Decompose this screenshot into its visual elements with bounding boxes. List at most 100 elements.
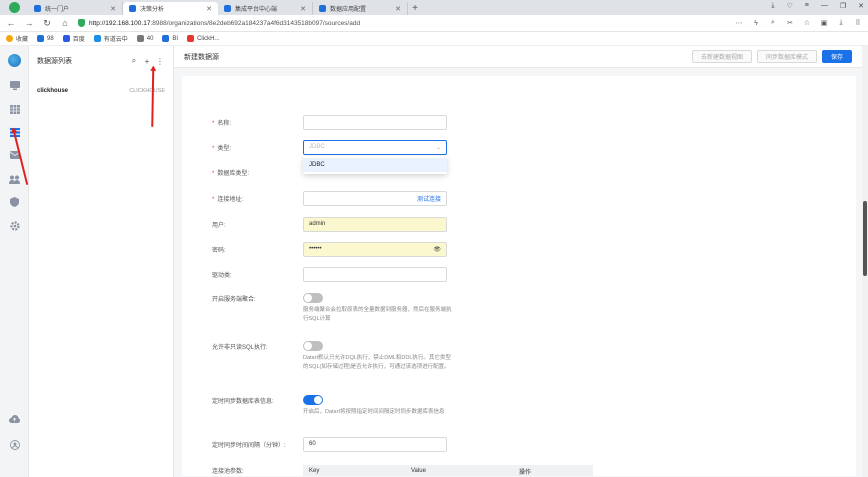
field-label: * 类型: [212,145,232,152]
form-row-dbtype: * 数据库类型: [182,164,856,180]
new-tab-icon[interactable]: + [408,2,422,15]
form-row-name: * 名称: [182,114,856,130]
browser-tab-portal[interactable]: 统一门户 ✕ [28,2,123,15]
url-input[interactable]: 测试连接 [303,190,447,206]
form-row-url: * 连接地址: 测试连接 [182,190,856,206]
security-shield-icon [78,19,85,27]
field-label: 驱动类: [212,272,232,279]
type-dropdown: JDBC [303,156,447,174]
server-agg-toggle[interactable] [303,293,323,303]
source-name: clickhouse [37,87,69,94]
sync-schema-button[interactable]: 同步数据库模式 [756,50,817,63]
scrollbar-thumb[interactable] [863,201,867,276]
create-view-button[interactable]: 去新建数据视图 [691,50,752,63]
cut-icon[interactable]: ✂ [786,19,794,27]
field-label: 连接池参数: [212,468,244,475]
field-label: * 名称: [212,120,232,127]
views-icon[interactable] [9,104,20,114]
more-vertical-icon[interactable]: ⋮ [155,57,165,66]
user-avatar-icon[interactable] [9,440,20,450]
star-icon[interactable]: ☆ [803,19,811,27]
bookmark-favorites[interactable]: 收藏 [6,34,28,43]
extension-icon[interactable]: ▣ [820,19,828,27]
page-scrollbar[interactable] [862,46,868,477]
window-controls: ⤓ ♡ ≡ — ❐ ✕ [771,2,864,10]
source-list-title: 数据源列表 [37,58,72,65]
lightning-icon[interactable]: ϟ [752,19,760,27]
bookmark-40[interactable]: 40 [136,35,153,42]
driver-input[interactable] [303,266,447,282]
bookmark-favicon-icon [162,35,170,42]
skin-icon[interactable]: ♡ [786,2,792,10]
browser-tab-data-app[interactable]: 数据应用配置 ✕ [313,2,408,15]
save-button[interactable]: 保存 [821,50,852,63]
url-input[interactable]: http://192.168.100.17:8988/organizations… [78,17,698,30]
page-title: 新建数据源 [184,53,219,61]
bookmark-clickhouse[interactable]: ClickH... [187,35,219,42]
reload-icon[interactable]: ↻ [42,18,52,29]
editor-header: 新建数据源 去新建数据视图 同步数据库模式 保存 [174,46,862,68]
more-icon[interactable]: ⋯ [735,19,743,27]
form-row-allow-sql: 允许非只读SQL执行: [182,338,856,354]
type-select[interactable]: JDBC ⌄ [303,139,447,155]
close-icon[interactable]: ✕ [300,5,306,13]
bookmark-98[interactable]: 98 [37,35,54,42]
server-agg-help: 服务端聚合会拉取原表的全量数据到服务器，然后在服务端执行SQL计算 [303,307,452,322]
field-label: * 连接地址: [212,196,244,203]
close-icon[interactable]: ✕ [395,5,401,13]
bookmark-bi[interactable]: BI [162,35,178,42]
source-form: *名称: *类型: JDBC ⌄ JDBC *数据库类型: *连接地址: [182,76,856,476]
address-bar: ← → ↻ ⌂ http://192.168.100.17:8988/organ… [0,15,868,32]
url-text: http://192.168.100.17:8988/organizations… [89,19,361,27]
form-row-password: 密码: •••••• 👁 [182,241,856,257]
home-icon[interactable]: ⌂ [60,18,70,28]
field-label: 密码: [212,247,226,254]
search-icon[interactable]: ⌕ [129,56,139,66]
field-label: 允许非只读SQL执行: [212,344,268,351]
back-icon[interactable]: ← [6,18,16,28]
vizs-icon[interactable] [9,80,20,90]
password-input[interactable]: •••••• 👁 [303,241,447,257]
type-option-jdbc[interactable]: JDBC [303,158,447,172]
form-row-user: 用户: admin [182,216,856,232]
field-label: 用户: [212,222,226,229]
params-table-header: Key Value 操作 [303,465,593,476]
name-input[interactable] [303,114,447,130]
download-icon[interactable]: ⤓ [771,2,774,10]
allow-sql-toggle[interactable] [303,341,323,351]
minimize-icon[interactable]: — [821,2,828,10]
browser-tab-integration[interactable]: 集成平台中心端 ✕ [218,2,313,15]
extension-icons: ⋯ ϟ ⌕ ✂ ☆ ▣ ⤓ ⠿ [735,19,862,27]
maximize-icon[interactable]: ❐ [840,2,846,10]
apps-icon[interactable]: ⠿ [854,19,862,27]
test-connection-link[interactable]: 测试连接 [417,194,441,203]
source-editor: 新建数据源 去新建数据视图 同步数据库模式 保存 * 名称: * 类型: JDBC … [174,46,862,477]
sync-toggle[interactable] [303,395,323,405]
menu-icon[interactable]: ≡ [805,2,809,10]
interval-input[interactable]: 60 [303,436,447,452]
bookmark-favicon-icon [136,35,144,42]
close-icon[interactable]: ✕ [206,5,212,13]
download-manager-icon[interactable]: ⤓ [837,19,845,27]
permission-shield-icon[interactable] [9,197,20,207]
close-icon[interactable]: ✕ [110,5,116,13]
settings-gear-icon[interactable] [9,221,20,231]
user-input[interactable]: admin [303,216,447,232]
eye-icon[interactable]: 👁 [433,246,441,253]
search-icon[interactable]: ⌕ [769,19,777,27]
members-icon[interactable] [9,174,20,184]
add-source-icon[interactable]: + [142,57,152,66]
forward-icon[interactable]: → [24,18,34,28]
clickhouse-icon [187,35,195,42]
nav-rail [0,46,29,477]
browser-tab-analysis[interactable]: 决策分析 ✕ [123,2,218,15]
bookmark-baidu[interactable]: 百度 [62,34,85,43]
upload-cloud-icon[interactable] [9,414,20,424]
close-window-icon[interactable]: ✕ [858,2,864,10]
bookmark-favicon-icon [37,35,45,42]
baidu-icon [62,35,70,42]
bookmark-youdao[interactable]: 有道云中 [93,34,128,43]
column-header-value: Value [411,468,426,474]
youdao-icon [93,35,101,42]
form-row-type: * 类型: JDBC ⌄ [182,139,856,155]
